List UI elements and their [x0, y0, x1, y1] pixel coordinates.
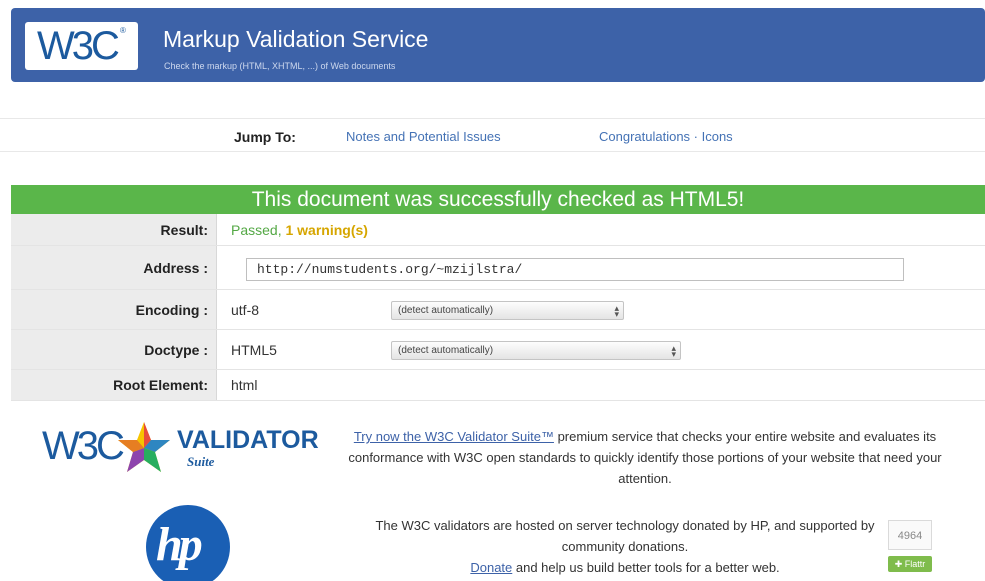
jump-to-label: Jump To: [234, 129, 296, 145]
validator-suite-link[interactable]: Try now the W3C Validator Suite™ [354, 429, 554, 444]
w3c-logo[interactable]: W3C ® [25, 22, 138, 70]
warning-count[interactable]: 1 warning(s) [285, 222, 367, 238]
address-input[interactable]: http://numstudents.org/~mzijlstra/ [246, 258, 904, 281]
doctype-row: Doctype : HTML5 (detect automatically) ▴… [11, 330, 985, 370]
root-element-row: Root Element: html [11, 370, 985, 401]
notes-issues-link[interactable]: Notes and Potential Issues [346, 129, 501, 144]
page-title[interactable]: Markup Validation Service [163, 26, 428, 53]
hp-logo-text: hp [156, 518, 203, 571]
donate-link[interactable]: Donate [470, 560, 512, 575]
hp-logo[interactable]: hp [146, 505, 230, 581]
encoding-select[interactable]: (detect automatically) ▴ ▾ [391, 301, 624, 320]
header-bar: W3C ® Markup Validation Service Check th… [11, 8, 985, 82]
root-element-label: Root Element: [11, 370, 217, 400]
encoding-select-value: (detect automatically) [398, 305, 494, 316]
doctype-select[interactable]: (detect automatically) ▴ ▾ [391, 341, 681, 360]
passed-text: Passed, [231, 222, 282, 238]
hosting-text: The W3C validators are hosted on server … [375, 518, 875, 554]
doctype-value: HTML5 [231, 342, 277, 358]
doctype-select-value: (detect automatically) [398, 345, 494, 356]
validator-suite-subtitle: Suite [187, 454, 215, 469]
updown-arrow-icon: ▴ ▾ [671, 343, 676, 359]
validator-suite-title: VALIDATOR [177, 426, 319, 454]
validator-suite-w3c-text: W3C [42, 424, 125, 468]
result-row: Result: Passed, 1 warning(s) [11, 214, 985, 246]
flattr-label: Flattr [904, 559, 926, 569]
flattr-button[interactable]: ✚ Flattr [888, 556, 932, 572]
success-banner: This document was successfully checked a… [11, 185, 985, 214]
result-value: Passed, 1 warning(s) [231, 222, 368, 238]
updown-arrow-icon: ▴ ▾ [614, 303, 619, 319]
page-subtitle: Check the markup (HTML, XHTML, ...) of W… [164, 61, 396, 71]
result-label: Result: [11, 214, 217, 245]
w3c-logo-text: W3C [37, 24, 120, 68]
donate-text: and help us build better tools for a bet… [512, 560, 780, 575]
registered-mark-icon: ® [120, 26, 126, 35]
validator-star-icon [118, 422, 170, 472]
flattr-icon: ✚ [894, 559, 903, 569]
root-element-value: html [231, 377, 258, 393]
hosting-note: The W3C validators are hosted on server … [345, 515, 905, 578]
validator-suite-promo: Try now the W3C Validator Suite™ premium… [330, 426, 960, 489]
encoding-row: Encoding : utf-8 (detect automatically) … [11, 290, 985, 330]
doctype-label: Doctype : [11, 330, 217, 369]
address-label: Address : [11, 246, 217, 289]
address-row: Address : http://numstudents.org/~mzijls… [11, 246, 985, 290]
encoding-label: Encoding : [11, 290, 217, 329]
jump-to-nav: Jump To: Notes and Potential Issues Cong… [0, 118, 985, 152]
congratulations-icons-link[interactable]: Congratulations · Icons [599, 129, 733, 144]
validator-suite-logo[interactable]: W3C VALIDATOR Suite [42, 420, 319, 480]
encoding-value: utf-8 [231, 302, 260, 318]
flattr-counter: 4964 [888, 520, 932, 550]
